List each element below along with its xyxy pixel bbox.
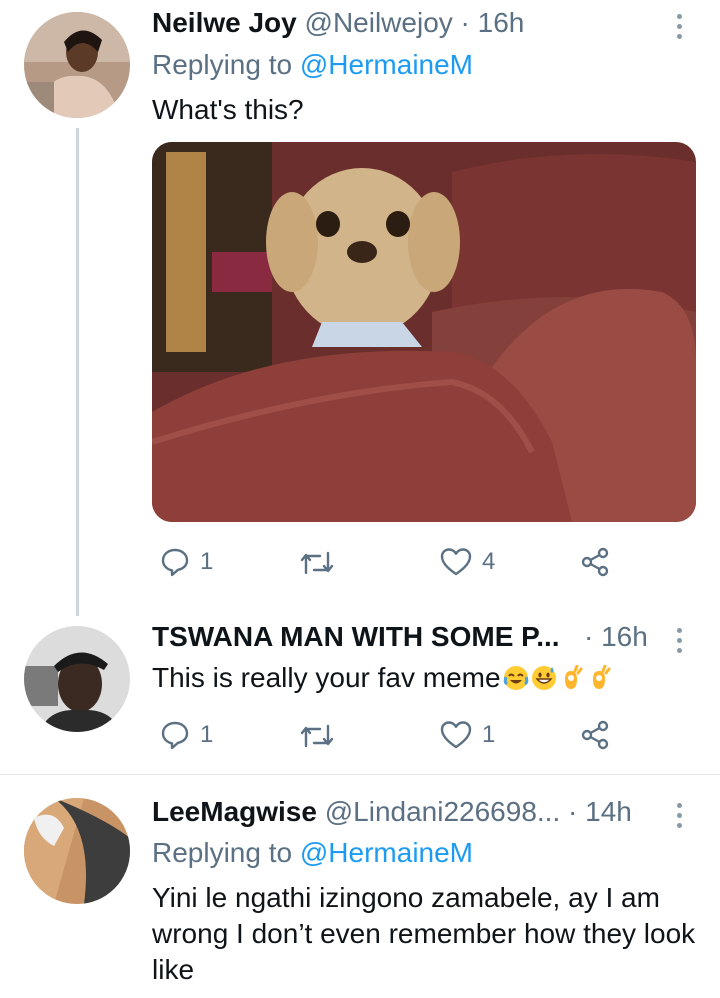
reply-button[interactable]: 1 bbox=[160, 547, 213, 577]
like-count: 4 bbox=[482, 548, 496, 575]
replying-prefix: Replying to bbox=[152, 837, 300, 868]
like-button[interactable]: 4 bbox=[440, 547, 495, 577]
retweet-icon bbox=[300, 551, 334, 575]
more-icon[interactable] bbox=[677, 803, 683, 833]
reply-mention-link[interactable]: @HermaineM bbox=[300, 49, 473, 80]
tweet-text-wrap: This is really your fav meme bbox=[152, 660, 613, 696]
like-button[interactable]: 1 bbox=[440, 720, 495, 750]
grinning-sweat-emoji bbox=[531, 666, 556, 690]
timestamp[interactable]: · 14h bbox=[568, 796, 632, 827]
retweet-icon bbox=[300, 724, 334, 748]
more-icon[interactable] bbox=[677, 628, 683, 658]
tweet-text: What's this? bbox=[152, 94, 304, 125]
reply-icon bbox=[161, 548, 189, 577]
timestamp[interactable]: · 16h bbox=[584, 621, 648, 652]
avatar[interactable] bbox=[24, 626, 130, 732]
display-name[interactable]: Neilwe Joy bbox=[152, 7, 297, 38]
reply-mention-link[interactable]: @HermaineM bbox=[300, 837, 473, 868]
replying-prefix: Replying to bbox=[152, 49, 300, 80]
timestamp[interactable]: · 16h bbox=[461, 7, 525, 38]
share-button[interactable] bbox=[580, 720, 610, 750]
timestamp-wrap: · 16h bbox=[584, 620, 648, 654]
face-with-tears-of-joy-emoji bbox=[503, 666, 528, 690]
ok-hand-emoji bbox=[564, 665, 583, 689]
reply-icon bbox=[161, 721, 189, 750]
share-icon bbox=[581, 720, 609, 750]
tweet-image[interactable] bbox=[152, 142, 696, 522]
share-button[interactable] bbox=[580, 547, 610, 577]
reply-button[interactable]: 1 bbox=[160, 720, 213, 750]
tweet-divider bbox=[0, 774, 720, 775]
more-icon[interactable] bbox=[677, 14, 683, 44]
avatar[interactable] bbox=[24, 12, 130, 118]
thread-line bbox=[76, 128, 79, 616]
tweet-header: LeeMagwise @Lindani226698... · 14h bbox=[152, 795, 632, 829]
tweet-header: TSWANA MAN WITH SOME P... bbox=[152, 620, 560, 654]
replying-to: Replying to @HermaineM bbox=[152, 48, 473, 82]
avatar[interactable] bbox=[24, 798, 130, 904]
share-icon bbox=[581, 547, 609, 577]
retweet-button[interactable] bbox=[300, 549, 334, 577]
display-name[interactable]: TSWANA MAN WITH SOME P... bbox=[152, 621, 560, 652]
reply-count: 1 bbox=[200, 721, 214, 748]
tweet-text: Yini le ngathi izingono zamabele, ay I a… bbox=[152, 882, 696, 985]
reply-count: 1 bbox=[200, 548, 214, 575]
display-name[interactable]: LeeMagwise bbox=[152, 796, 317, 827]
like-icon bbox=[440, 548, 472, 576]
like-count: 1 bbox=[482, 721, 496, 748]
handle[interactable]: @Neilwejoy bbox=[305, 7, 453, 38]
tweet-text: This is really your fav meme bbox=[152, 662, 501, 693]
handle[interactable]: @Lindani226698... bbox=[325, 796, 561, 827]
like-icon bbox=[440, 721, 472, 749]
retweet-button[interactable] bbox=[300, 722, 334, 750]
ok-hand-emoji bbox=[592, 665, 611, 689]
tweet-header: Neilwe Joy @Neilwejoy · 16h bbox=[152, 6, 524, 40]
replying-to: Replying to @HermaineM bbox=[152, 836, 473, 870]
